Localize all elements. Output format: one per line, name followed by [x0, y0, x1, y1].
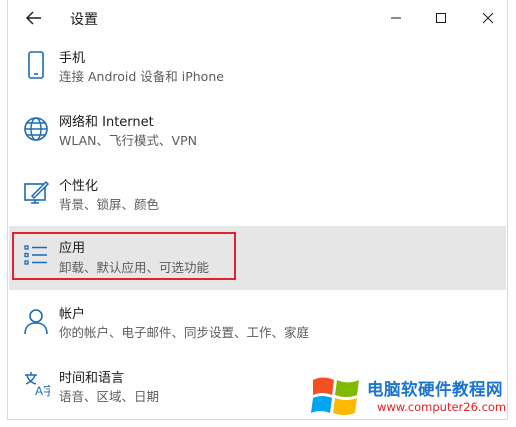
settings-item-label: 网络和 Internet	[59, 115, 154, 130]
person-icon	[21, 306, 51, 336]
apps-list-icon	[21, 240, 51, 270]
settings-item-label: 帐户	[59, 307, 86, 322]
settings-item-description: 卸载、默认应用、可选功能	[59, 260, 210, 275]
watermark-name: 电脑软硬件教程网	[367, 380, 503, 399]
svg-text:A字: A字	[35, 383, 50, 397]
phone-icon	[21, 50, 51, 80]
minimize-button[interactable]	[376, 4, 416, 32]
settings-item-label: 手机	[59, 51, 86, 66]
minimize-icon	[391, 17, 401, 19]
settings-item-description: WLAN、飞行模式、VPN	[59, 133, 197, 148]
maximize-icon	[436, 13, 446, 23]
settings-item-accounts[interactable]: 帐户 你的帐户、电子邮件、同步设置、工作、家庭	[9, 294, 506, 358]
maximize-button[interactable]	[421, 4, 461, 32]
settings-item-label: 时间和语言	[59, 371, 125, 386]
settings-item-phone[interactable]: 手机 连接 Android 设备和 iPhone	[9, 38, 506, 102]
settings-item-network[interactable]: 网络和 Internet WLAN、飞行模式、VPN	[9, 102, 506, 166]
site-watermark: 电脑软硬件教程网 www.computer26.com	[311, 372, 511, 420]
settings-item-personalization[interactable]: 个性化 背景、锁屏、颜色	[9, 166, 506, 230]
windows-logo-icon	[311, 377, 359, 415]
back-button[interactable]	[20, 6, 48, 30]
back-arrow-icon	[26, 11, 41, 25]
window-title: 设置	[70, 12, 98, 28]
close-button[interactable]	[468, 4, 508, 32]
settings-item-description: 语音、区域、日期	[59, 389, 160, 404]
close-icon	[482, 12, 494, 24]
settings-item-label: 个性化	[59, 179, 99, 194]
settings-item-description: 你的帐户、电子邮件、同步设置、工作、家庭	[59, 325, 310, 340]
personalization-icon	[21, 178, 51, 208]
settings-item-apps[interactable]: 应用 卸载、默认应用、可选功能	[9, 226, 506, 290]
watermark-url: www.computer26.com	[377, 400, 507, 414]
time-language-icon: A字	[21, 368, 51, 398]
settings-item-description: 连接 Android 设备和 iPhone	[59, 69, 224, 84]
settings-item-label: 应用	[59, 241, 86, 256]
globe-icon	[21, 114, 51, 144]
settings-window: 设置 手机 连接 Android 设备和 iPhone 网络和 Internet…	[0, 0, 516, 427]
settings-item-description: 背景、锁屏、颜色	[59, 197, 160, 212]
title-bar: 设置	[8, 0, 507, 36]
